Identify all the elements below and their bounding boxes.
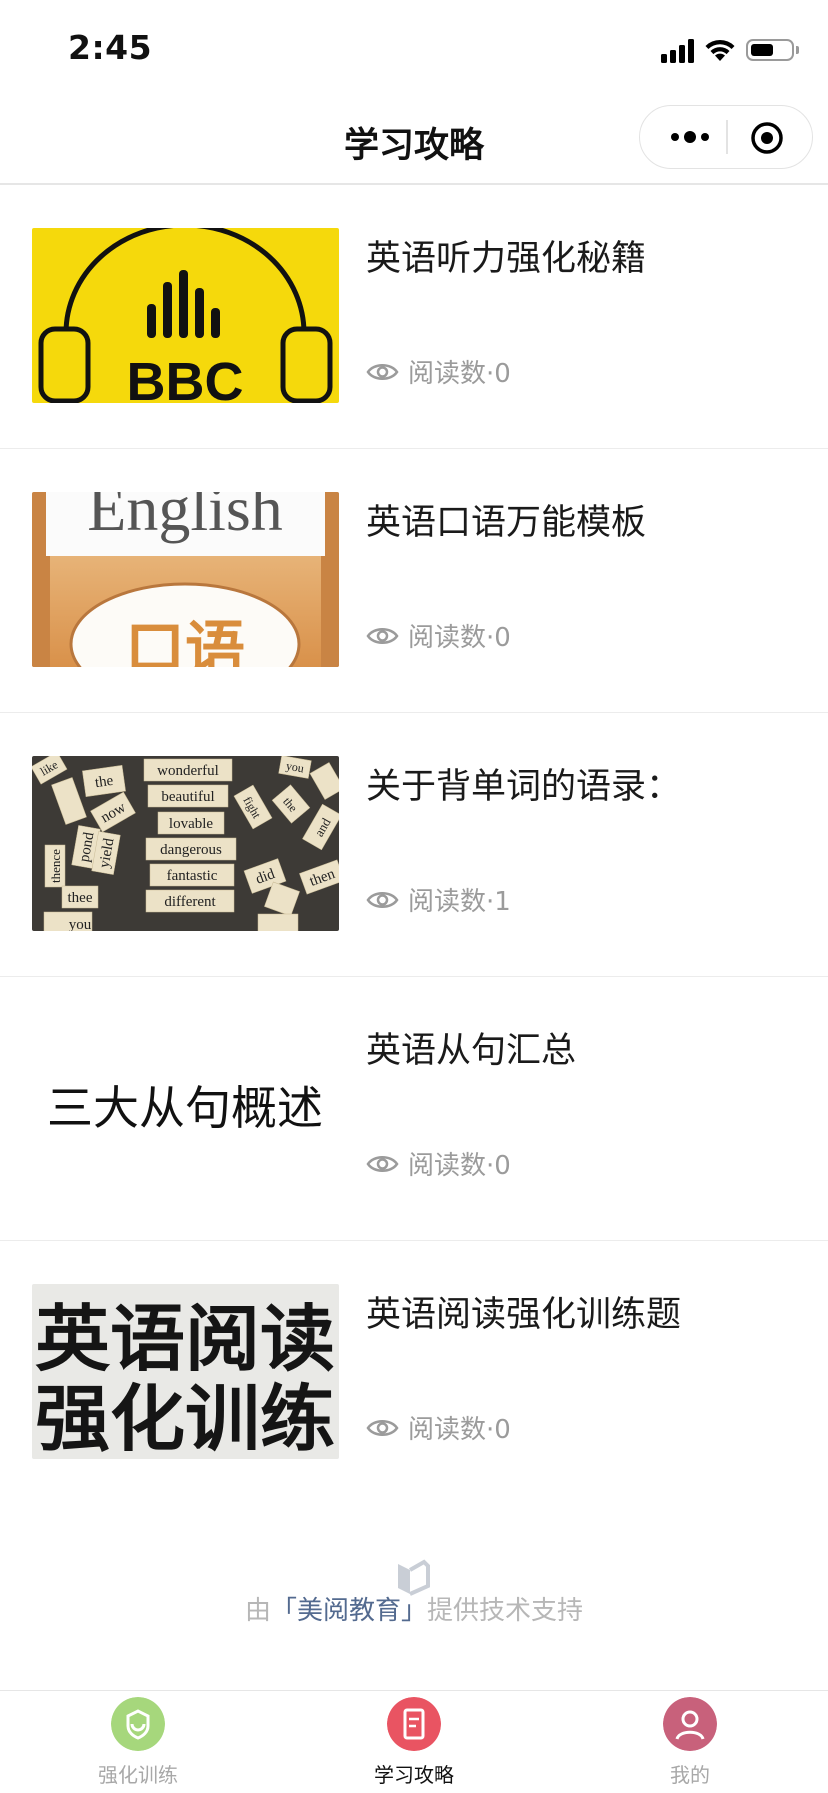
eye-icon (366, 363, 399, 380)
cellular-signal-icon (661, 37, 694, 63)
thumb-text: BBC (127, 352, 244, 403)
capsule-divider (726, 120, 728, 154)
word-tile: fantastic (167, 868, 218, 884)
article-views: 阅读数·0 (366, 1409, 511, 1446)
tab-training[interactable]: 强化训练 (0, 1691, 276, 1793)
tab-profile[interactable]: 我的 (552, 1691, 828, 1793)
thumb-text: 三大从句概述 (47, 1081, 323, 1135)
status-bar: 2:45 (0, 0, 828, 100)
article-views: 阅读数·1 (366, 881, 511, 918)
views-count-label: 阅读数·1 (408, 887, 511, 917)
article-title: 英语阅读强化训练题 (366, 1295, 682, 1335)
tab-label: 我的 (670, 1763, 710, 1787)
article-item[interactable]: 三大从句概述 英语从句汇总 阅读数·0 (0, 977, 828, 1241)
article-views: 阅读数·0 (366, 353, 511, 390)
word-tile: thee (68, 890, 93, 906)
views-count-label: 阅读数·0 (408, 359, 511, 389)
word-tile: the (94, 773, 115, 791)
tab-guide[interactable]: 学习攻略 (276, 1691, 552, 1793)
article-thumbnail: BBC (32, 228, 339, 403)
word-tile: you (69, 917, 92, 931)
guide-icon (387, 1697, 441, 1751)
eye-icon (366, 891, 399, 908)
article-thumbnail: 英语阅读 强化训练 (32, 1284, 339, 1459)
status-icons (661, 34, 799, 66)
tech-support-footer: 由「美阅教育」提供技术支持 (0, 1590, 828, 1627)
thumb-text-kouyu: 口语 (125, 615, 245, 667)
footer-brand-link[interactable]: 「美阅教育」 (271, 1596, 427, 1626)
article-title: 英语听力强化秘籍 (366, 239, 647, 279)
article-thumbnail: wonderful beautiful lovable dangerous fa… (32, 756, 339, 931)
thumb-text-line1: 英语阅读 (35, 1297, 335, 1381)
word-tile: beautiful (161, 789, 214, 805)
article-title: 英语口语万能模板 (366, 503, 647, 543)
article-list: BBC 英语听力强化秘籍 阅读数·0 English 口语 英语口语万能模板 阅… (0, 185, 828, 1505)
footer-prefix: 由 (244, 1596, 271, 1626)
more-menu-button[interactable] (660, 119, 720, 155)
eye-icon (366, 1419, 399, 1436)
word-tile: lovable (169, 816, 213, 832)
battery-icon (746, 39, 799, 61)
article-item[interactable]: BBC 英语听力强化秘籍 阅读数·0 (0, 185, 828, 449)
tab-bar: 强化训练 学习攻略 我的 (0, 1690, 828, 1793)
word-tile: thence (48, 849, 63, 883)
navigation-bar: 学习攻略 (0, 100, 828, 185)
close-miniprogram-button[interactable] (750, 121, 784, 155)
footer-suffix: 提供技术支持 (427, 1596, 584, 1626)
views-count-label: 阅读数·0 (408, 1151, 511, 1181)
wifi-icon (705, 39, 735, 61)
article-thumbnail: 三大从句概述 (32, 1020, 339, 1195)
word-tile: wonderful (157, 763, 219, 779)
article-title: 英语从句汇总 (366, 1031, 577, 1071)
thumb-text-english: English (87, 492, 283, 544)
training-icon (111, 1697, 165, 1751)
eye-icon (366, 627, 399, 644)
article-item[interactable]: English 口语 英语口语万能模板 阅读数·0 (0, 449, 828, 713)
thumb-text-line2: 强化训练 (35, 1377, 335, 1459)
article-title: 关于背单词的语录： (366, 767, 682, 807)
article-views: 阅读数·0 (366, 1145, 511, 1182)
article-thumbnail: English 口语 (32, 492, 339, 667)
article-item[interactable]: 英语阅读 强化训练 英语阅读强化训练题 阅读数·0 (0, 1241, 828, 1505)
status-time: 2:45 (68, 28, 153, 67)
eye-icon (366, 1155, 399, 1172)
tab-label: 学习攻略 (374, 1763, 454, 1787)
word-tile: different (164, 894, 216, 910)
article-item[interactable]: wonderful beautiful lovable dangerous fa… (0, 713, 828, 977)
views-count-label: 阅读数·0 (408, 1415, 511, 1445)
views-count-label: 阅读数·0 (408, 623, 511, 653)
article-views: 阅读数·0 (366, 617, 511, 654)
tab-label: 强化训练 (98, 1763, 178, 1787)
miniprogram-capsule (639, 105, 813, 169)
profile-icon (663, 1697, 717, 1751)
word-tile: dangerous (160, 842, 222, 858)
